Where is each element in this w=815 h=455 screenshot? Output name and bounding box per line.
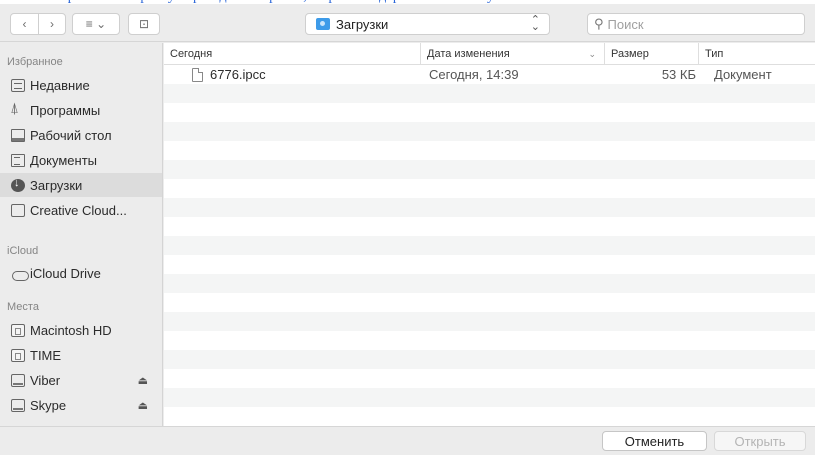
empty-row: [164, 198, 815, 217]
hard-disk-icon: [11, 323, 25, 337]
column-header-date[interactable]: Дата изменения ⌄: [420, 43, 604, 65]
sidebar-item-viber[interactable]: Viber ⏏: [0, 368, 162, 392]
sidebar-item-label: Документы: [30, 152, 98, 168]
empty-row: [164, 141, 815, 160]
column-header-name[interactable]: Сегодня: [164, 43, 420, 65]
navigation-buttons: ‹ ›: [10, 13, 66, 35]
open-button[interactable]: Открыть: [714, 431, 806, 451]
file-date: Сегодня, 14:39: [429, 67, 519, 82]
file-name: 6776.ipcc: [210, 67, 266, 82]
empty-row: [164, 236, 815, 255]
list-rows: 6776.ipcc Сегодня, 14:39 53 КБ Документ: [164, 65, 815, 426]
file-list: Сегодня Дата изменения ⌄ Размер Тип 6776.…: [164, 43, 815, 426]
location-label: Загрузки: [336, 16, 389, 32]
back-button[interactable]: ‹: [11, 14, 38, 34]
sidebar-item-label: Программы: [30, 102, 101, 118]
desktop-icon: [11, 128, 25, 142]
column-header-date-label: Дата изменения: [427, 48, 510, 60]
sidebar-section-icloud: iCloud: [7, 245, 39, 257]
empty-row: [164, 369, 815, 388]
recents-icon: [11, 78, 25, 92]
empty-row: [164, 407, 815, 426]
empty-row: [164, 217, 815, 236]
downloads-folder-icon: [316, 18, 330, 30]
sidebar-item-label: Viber: [30, 372, 61, 388]
file-name-cell: 6776.ipcc: [192, 65, 266, 84]
column-header-kind[interactable]: Тип: [698, 43, 815, 65]
sidebar-item-desktop[interactable]: Рабочий стол: [0, 123, 162, 147]
chevron-left-icon: ‹: [22, 17, 27, 31]
new-folder-button[interactable]: ⊡: [128, 13, 160, 35]
cloud-icon: [11, 267, 29, 281]
empty-row: [164, 274, 815, 293]
sidebar-section-favorites: Избранное: [7, 56, 63, 68]
external-disk-icon: [11, 398, 25, 412]
empty-row: [164, 84, 815, 103]
sort-chevron-down-icon: ⌄: [588, 49, 596, 59]
forward-button[interactable]: ›: [37, 14, 65, 34]
updown-chevron-icon: ⌃ ⌄: [530, 14, 540, 33]
sidebar-item-icloud-drive[interactable]: iCloud Drive: [0, 261, 162, 285]
external-disk-icon: [11, 373, 25, 387]
search-placeholder: Поиск: [607, 16, 644, 32]
table-row[interactable]: 6776.ipcc Сегодня, 14:39 53 КБ Документ: [164, 65, 815, 84]
location-popup[interactable]: Загрузки ⌃ ⌄: [305, 13, 550, 35]
empty-row: [164, 160, 815, 179]
new-folder-icon: ⊡: [138, 17, 150, 31]
chevron-right-icon: ›: [49, 17, 54, 31]
dialog-button-bar: Отменить Открыть: [0, 426, 815, 455]
sidebar-item-label: Macintosh HD: [30, 322, 112, 338]
sidebar-item-label: iCloud Drive: [30, 265, 101, 281]
sidebar-item-label: Рабочий стол: [30, 127, 112, 143]
sidebar-item-documents[interactable]: Документы: [0, 148, 162, 172]
eject-icon[interactable]: ⏏: [138, 399, 148, 412]
sidebar-item-skype[interactable]: Skype ⏏: [0, 393, 162, 417]
empty-row: [164, 293, 815, 312]
empty-row: [164, 350, 815, 369]
sidebar-item-label: Skype: [30, 397, 67, 413]
empty-row: [164, 255, 815, 274]
view-options-button[interactable]: ≡ ⌄: [72, 13, 120, 35]
list-view-icon: ≡ ⌄: [85, 17, 107, 31]
toolbar: ‹ › ≡ ⌄ ⊡ Загрузки ⌃ ⌄ ⚲ Поиск: [0, 4, 815, 42]
folder-icon: [11, 203, 25, 217]
sidebar-item-label: TIME: [30, 347, 62, 363]
empty-row: [164, 388, 815, 407]
empty-row: [164, 103, 815, 122]
file-size: 53 КБ: [661, 67, 696, 82]
hard-disk-icon: [11, 348, 25, 362]
sidebar-section-places: Места: [7, 301, 39, 313]
search-icon: ⚲: [594, 16, 604, 31]
documents-icon: [11, 153, 25, 167]
cancel-button[interactable]: Отменить: [602, 431, 707, 451]
document-icon: [192, 67, 203, 82]
sidebar-item-downloads[interactable]: Загрузки: [0, 173, 162, 197]
sidebar-item-time[interactable]: TIME: [0, 343, 162, 367]
eject-icon[interactable]: ⏏: [138, 374, 148, 387]
list-header: Сегодня Дата изменения ⌄ Размер Тип: [164, 43, 815, 65]
column-header-size[interactable]: Размер: [604, 43, 698, 65]
sidebar-item-applications[interactable]: Программы: [0, 98, 162, 122]
file-kind: Документ: [714, 67, 772, 82]
sidebar-item-recents[interactable]: Недавние: [0, 73, 162, 97]
empty-row: [164, 331, 815, 350]
sidebar-item-label: Недавние: [30, 77, 90, 93]
sidebar-item-creative-cloud[interactable]: Creative Cloud...: [0, 198, 162, 222]
empty-row: [164, 179, 815, 198]
search-field[interactable]: ⚲ Поиск: [587, 13, 805, 35]
downloads-icon: [11, 177, 25, 192]
empty-row: [164, 122, 815, 141]
sidebar-item-label: Creative Cloud...: [30, 202, 127, 218]
sidebar-item-label: Загрузки: [30, 177, 83, 193]
sidebar-item-macintosh-hd[interactable]: Macintosh HD: [0, 318, 162, 342]
applications-icon: [10, 100, 25, 117]
empty-row: [164, 312, 815, 331]
sidebar: Избранное Недавние Программы Рабочий сто…: [0, 43, 163, 426]
